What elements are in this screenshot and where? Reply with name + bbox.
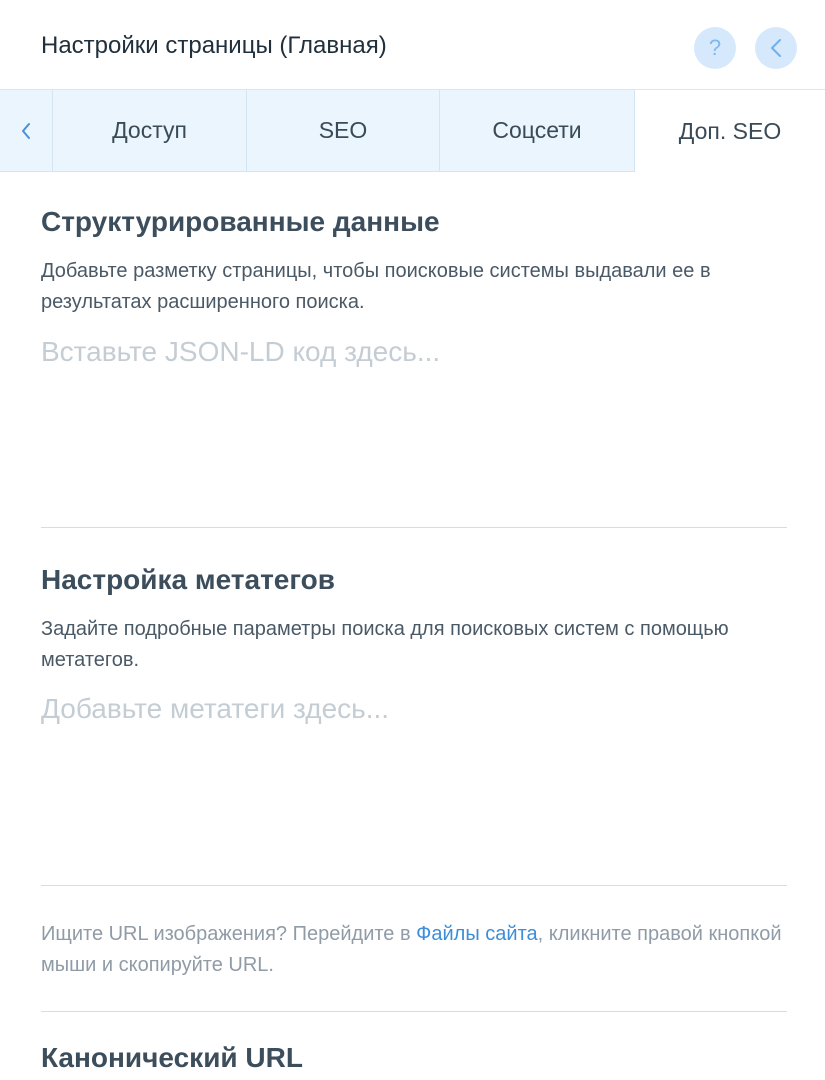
tab-advanced-seo[interactable]: Доп. SEO — [635, 90, 825, 172]
meta-tags-heading: Настройка метатегов — [41, 564, 335, 595]
panel-header: Настройки страницы (Главная) ? — [0, 0, 825, 90]
tabs-scroll-left-button[interactable] — [0, 90, 53, 172]
image-url-hint: Ищите URL изображения? Перейдите в Файлы… — [41, 919, 786, 981]
chevron-left-icon — [22, 122, 30, 139]
page-settings-panel: Настройки страницы (Главная) ? Доступ SE… — [0, 0, 825, 1080]
section-divider — [41, 527, 787, 528]
chevron-left-icon — [771, 39, 781, 57]
structured-data-heading: Структурированные данные — [41, 206, 440, 237]
help-button[interactable]: ? — [694, 27, 736, 69]
hint-text: Ищите URL изображения? Перейдите в — [41, 923, 417, 945]
tab-social[interactable]: Соцсети — [440, 90, 635, 172]
section-divider — [41, 1011, 787, 1012]
tab-bar: Доступ SEO Соцсети Доп. SEO — [0, 90, 825, 172]
question-icon: ? — [708, 35, 722, 60]
tab-seo[interactable]: SEO — [247, 90, 440, 172]
meta-tags-description: Задайте подробные параметры поиска для п… — [41, 618, 729, 671]
canonical-url-heading: Канонический URL — [41, 1042, 303, 1073]
structured-data-description: Добавьте разметку страницы, чтобы поиско… — [41, 260, 711, 313]
back-button[interactable] — [755, 27, 797, 69]
site-files-link[interactable]: Файлы сайта — [416, 923, 537, 945]
json-ld-input[interactable] — [41, 336, 786, 516]
page-title: Настройки страницы (Главная) — [41, 32, 387, 59]
meta-tags-input[interactable] — [41, 693, 786, 873]
section-divider — [41, 885, 787, 886]
tab-access[interactable]: Доступ — [53, 90, 247, 172]
